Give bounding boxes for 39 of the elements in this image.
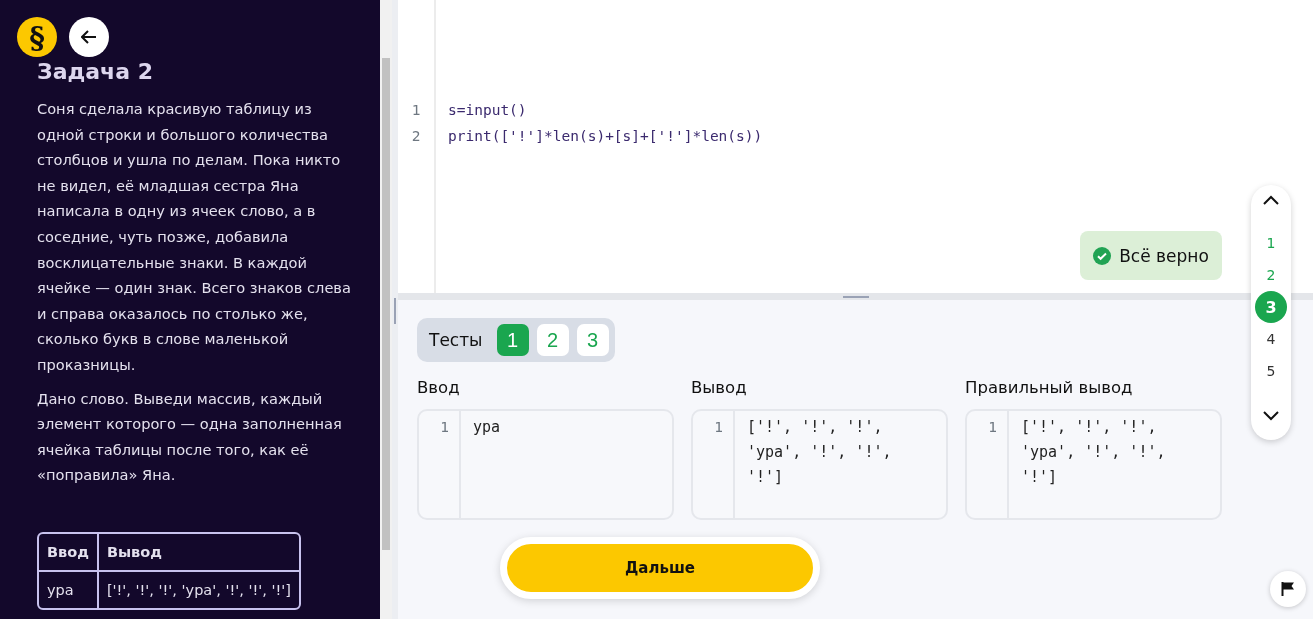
task-number[interactable]: 5 — [1255, 355, 1287, 387]
task-number[interactable]: 2 — [1255, 259, 1287, 291]
chevron-down-icon[interactable] — [1263, 411, 1279, 421]
code-line: ура — [472, 417, 502, 438]
scrollbar[interactable] — [380, 0, 392, 619]
table-cell-text: ['!', '!', '!', 'ура', '!', '!', '!'] — [105, 580, 292, 600]
line-number: 1 — [713, 418, 724, 437]
check-icon — [1093, 246, 1112, 265]
chevron-up-icon[interactable] — [1263, 195, 1279, 205]
task-number[interactable]: 3 — [1255, 291, 1287, 323]
table-cell: ура — [39, 571, 99, 608]
back-arrow-icon — [81, 30, 97, 44]
column-header: Вывод — [98, 533, 299, 572]
test-tab[interactable]: 2 — [536, 324, 569, 356]
code-line: ['!', '!', '!', 'ура', '!', '!', '!'] — [746, 417, 893, 488]
test-tab[interactable]: 3 — [576, 324, 609, 356]
line-number: 2 — [410, 127, 422, 146]
panel-title: Правильный вывод — [965, 378, 1134, 397]
task-number[interactable]: 1 — [1255, 227, 1287, 259]
column-header: Ввод — [39, 533, 99, 572]
line-number: 1 — [439, 418, 450, 437]
line-number: 1 — [410, 101, 422, 120]
panel-title: Вывод — [691, 378, 748, 397]
code-line: s=input() — [448, 101, 528, 120]
task-number[interactable]: 4 — [1255, 323, 1287, 355]
back-button[interactable] — [69, 17, 109, 57]
task-title: Задача 2 — [37, 59, 154, 84]
test-tab[interactable]: 1 — [496, 324, 529, 356]
next-button[interactable]: Дальше — [500, 537, 820, 599]
tests-label: Тесты — [429, 330, 483, 350]
task-paragraph: Соня сделала красивую таблицу из одной строки и большого количества столбцов и ушла по делам. Пока никто не видел, её младшая сестра Яна написала в одну из ячеек слово, а в соседние, чуть позже, добавила восклицательные знаки. В каждой ячейке — один знак. Всего знаков слева и справа оказалось по столько же, сколько букв в слове маленькой проказницы. — [37, 99, 352, 375]
code-line: print(['!']*len(s)+[s]+['!']*len(s)) — [448, 127, 763, 146]
code-line: ['!', '!', '!', 'ура', '!', '!', '!'] — [1020, 417, 1167, 488]
status-text: Всё верно — [1119, 245, 1209, 266]
flag-icon — [1281, 581, 1295, 597]
line-number: 1 — [987, 418, 998, 437]
panel-title: Ввод — [417, 378, 461, 397]
task-paragraph: Дано слово. Выведи массив, каждый элемент которого — одна заполненная ячейка таблицы после того, как её «поправила» Яна. — [37, 388, 343, 486]
logo: § — [17, 17, 57, 57]
